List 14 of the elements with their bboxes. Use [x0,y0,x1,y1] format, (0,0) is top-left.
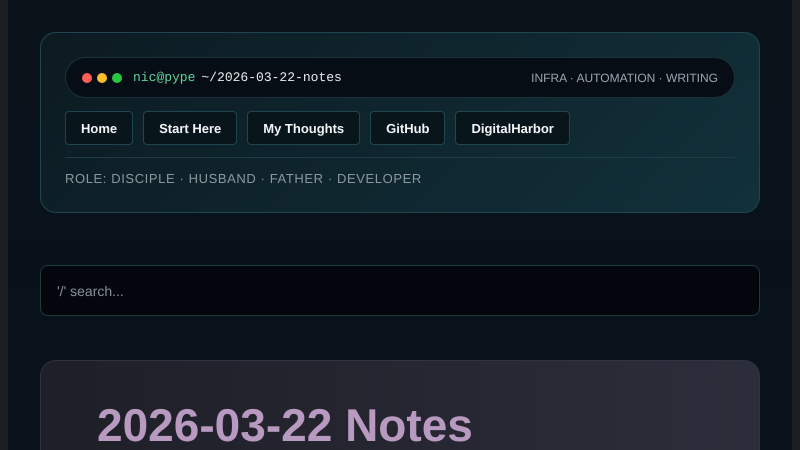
nav-button[interactable]: Start Here [143,111,238,145]
nav-button[interactable]: DigitalHarbor [455,111,570,145]
minimize-dot-icon [97,72,107,82]
close-dot-icon [82,72,92,82]
terminal-user: nic@pype [133,70,196,85]
maximize-dot-icon [112,72,122,82]
role-line: ROLE: DISCIPLE · HUSBAND · FATHER · DEVELOPER [65,171,423,186]
nav-button[interactable]: GitHub [370,111,446,145]
topic-tags: INFRA · AUTOMATION · WRITING [531,70,718,84]
nav-button[interactable]: My Thoughts [247,111,360,145]
post-title: 2026-03-22 Notes [97,401,474,449]
search-field[interactable]: '/' search... [40,265,760,316]
nav-button[interactable]: Home [65,111,134,145]
terminal-path: ~/2026-03-22-notes [201,70,342,85]
